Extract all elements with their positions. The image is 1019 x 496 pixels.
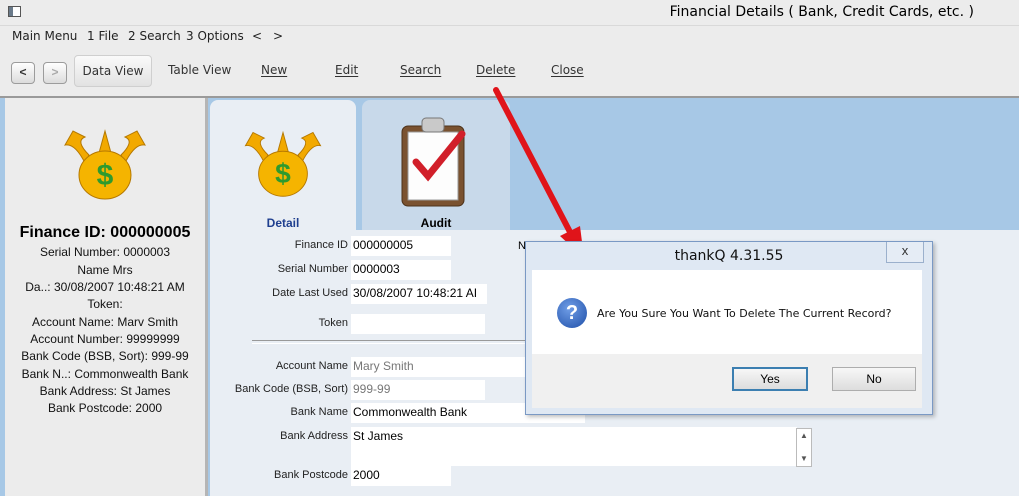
summary-name: Name Mrs [77, 263, 133, 277]
money-bag-icon: $ [64, 129, 146, 200]
token-field[interactable] [351, 314, 485, 334]
summary-account-number: Account Number: 99999999 [30, 332, 180, 346]
tab-audit[interactable]: Audit [362, 100, 510, 230]
new-button[interactable]: New [261, 63, 287, 77]
data-view-button[interactable]: Data View [74, 55, 152, 87]
bank-code-field[interactable]: 999-99 [351, 380, 485, 400]
forward-button[interactable]: > [43, 62, 67, 84]
menu-search[interactable]: 2 Search [128, 29, 181, 43]
serial-number-label: Serial Number [277, 263, 348, 275]
summary-serial: Serial Number: 0000003 [39, 245, 171, 259]
summary-date: Da..: 30/08/2007 10:48:21 AM [25, 280, 185, 294]
tab-detail[interactable]: $ Detail [210, 100, 356, 230]
summary-bank-address: Bank Address: St James [39, 384, 171, 398]
toolbar: < > Data View Table View New Edit Search… [0, 46, 1019, 98]
menu-options[interactable]: 3 Options [186, 29, 244, 43]
finance-id-heading: Finance ID: 000000005 [19, 224, 191, 241]
edit-button[interactable]: Edit [335, 63, 358, 77]
summary-panel: $ Finance ID: 000000005 Serial Number: 0… [5, 98, 208, 496]
menu-file[interactable]: 1 File [87, 29, 119, 43]
bank-name-label: Bank Name [290, 406, 348, 418]
token-label: Token [318, 317, 348, 329]
bank-postcode-label: Bank Postcode [274, 469, 348, 481]
dialog-title: thankQ 4.31.55 [674, 248, 784, 264]
dialog-button-area: Yes No [532, 354, 922, 408]
yes-button[interactable]: Yes [732, 367, 808, 391]
bank-code-label: Bank Code (BSB, Sort) [234, 383, 348, 395]
summary-token: Token: [87, 297, 123, 311]
tab-detail-label: Detail [266, 216, 300, 230]
form-separator [252, 340, 542, 344]
account-name-label: Account Name [275, 360, 348, 372]
finance-id-label: Finance ID [294, 239, 348, 251]
summary-bank-postcode: Bank Postcode: 2000 [47, 401, 163, 415]
summary-bank-code: Bank Code (BSB, Sort): 999-99 [21, 349, 189, 363]
menu-next[interactable]: > [273, 29, 283, 43]
svg-text:$: $ [275, 158, 291, 189]
date-last-used-field[interactable]: 30/08/2007 10:48:21 AI [351, 284, 487, 304]
date-last-used-label: Date Last Used [272, 287, 348, 299]
search-button[interactable]: Search [400, 63, 441, 77]
clipboard-check-icon [401, 117, 466, 207]
serial-number-field[interactable]: 0000003 [351, 260, 451, 280]
app-icon[interactable] [8, 6, 21, 17]
money-bag-icon: $ [244, 130, 322, 197]
menu-main[interactable]: Main Menu [12, 29, 77, 43]
menu-bar: Main Menu 1 File 2 Search 3 Options < > [0, 26, 1019, 46]
scroll-up-icon[interactable]: ▲ [798, 430, 810, 442]
dialog-body: ? Are You Sure You Want To Delete The Cu… [532, 270, 922, 354]
delete-confirm-dialog: thankQ 4.31.55 x ? Are You Sure You Want… [525, 241, 933, 415]
tab-audit-label: Audit [420, 216, 452, 230]
summary-account-name: Account Name: Marv Smith [31, 315, 179, 329]
no-button[interactable]: No [832, 367, 916, 391]
scroll-down-icon[interactable]: ▼ [798, 453, 810, 465]
delete-button[interactable]: Delete [476, 63, 515, 77]
menu-prev[interactable]: < [252, 29, 262, 43]
bank-address-field[interactable]: St James [351, 427, 797, 466]
dialog-close-button[interactable]: x [886, 242, 924, 263]
window-title: Financial Details ( Bank, Credit Cards, … [669, 4, 974, 20]
question-icon: ? [557, 298, 587, 328]
title-bar: Financial Details ( Bank, Credit Cards, … [0, 0, 1019, 26]
svg-text:$: $ [97, 159, 114, 192]
bank-address-scrollbar[interactable]: ▲ ▼ [796, 428, 812, 467]
bank-postcode-field[interactable]: 2000 [351, 466, 451, 486]
bank-address-label: Bank Address [280, 430, 348, 442]
back-button[interactable]: < [11, 62, 35, 84]
finance-id-field[interactable]: 000000005 [351, 236, 451, 256]
account-name-field[interactable]: Mary Smith [351, 357, 525, 377]
summary-bank-name: Bank N..: Commonwealth Bank [21, 367, 189, 381]
dialog-message: Are You Sure You Want To Delete The Curr… [597, 307, 892, 320]
table-view-button[interactable]: Table View [168, 63, 231, 77]
close-button[interactable]: Close [551, 63, 584, 77]
